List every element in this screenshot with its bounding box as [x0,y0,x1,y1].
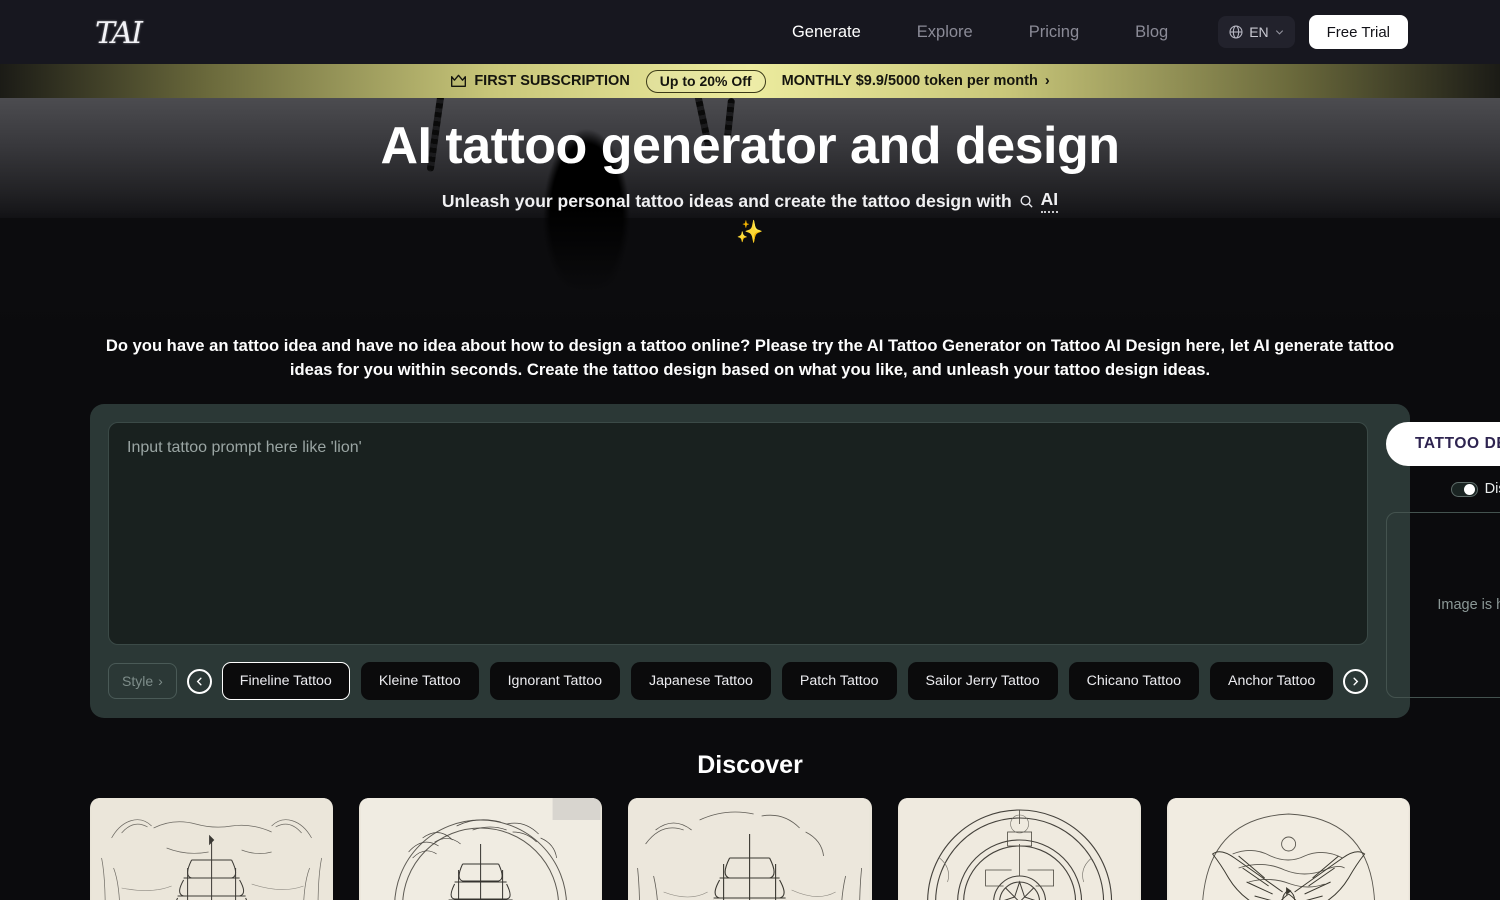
tattoo-design-button[interactable]: TATTOO DESIGN [1386,422,1500,467]
hero-subtitle: Unleash your personal tattoo ideas and c… [0,189,1500,214]
style-chip-fineline[interactable]: Fineline Tattoo [221,662,350,701]
discover-card-eagle-sunrise[interactable] [1166,798,1411,900]
styles-next-button[interactable] [1343,668,1369,694]
chevron-down-icon [1275,29,1283,35]
style-filter-chevron-icon: › [158,673,163,690]
main-navigation: Generate Explore Pricing Blog EN Free Tr… [764,0,1408,64]
promo-discount-pill: Up to 20% Off [645,69,766,93]
promo-offer-group[interactable]: MONTHLY $9.9/5000 token per month › [782,73,1050,89]
display-public-label: Display Public [1484,481,1500,498]
style-chip-ignorant[interactable]: Ignorant Tattoo [489,662,621,701]
style-selector-row: Style › Fineline Tattoo Kleine Tattoo Ig… [108,662,1369,701]
eagle-wings-sunrise-tattoo [1168,798,1409,900]
style-chip-chicano[interactable]: Chicano Tattoo [1068,662,1199,701]
styles-prev-button[interactable] [186,668,212,694]
style-chip-patch[interactable]: Patch Tattoo [781,662,897,701]
prompt-input[interactable] [108,422,1369,646]
generator-left-column: Style › Fineline Tattoo Kleine Tattoo Ig… [108,422,1369,701]
hero-section: AI tattoo generator and design Unleash y… [0,98,1500,328]
style-chip-japanese[interactable]: Japanese Tattoo [631,662,771,701]
generator-right-column: TATTOO DESIGN Display Public Image is he… [1386,422,1500,700]
toggle-knob [1463,483,1475,495]
style-chip-kleine[interactable]: Kleine Tattoo [360,662,479,701]
sailing-ship-ornate-frame-tattoo [91,798,332,900]
site-header: TAI Generate Explore Pricing Blog EN Fre… [0,0,1500,64]
search-icon [1020,195,1033,208]
nav-item-blog[interactable]: Blog [1107,23,1196,42]
page-title: AI tattoo generator and design [380,117,1120,175]
hero-subtitle-ai: AI [1040,189,1059,214]
discover-card-mandala-compass[interactable] [897,798,1141,900]
style-chip-anchor[interactable]: Anchor Tattoo [1209,662,1334,701]
tribal-mandala-compass-tattoo [899,798,1140,900]
globe-icon [1229,25,1243,39]
promo-offer-text: MONTHLY $9.9/5000 token per month [781,73,1038,89]
crown-icon [451,74,467,87]
hero-description-wrapper: Do you have an tattoo idea and have no i… [0,328,1500,383]
discover-card-grid [0,798,1500,900]
display-public-row: Display Public [1386,481,1500,497]
discover-card-ship-wreath[interactable] [359,798,603,900]
sailing-ship-circular-wreath-tattoo [360,798,601,900]
promo-title-group: FIRST SUBSCRIPTION [450,73,630,89]
discover-card-ship-ornamental[interactable] [628,798,872,900]
promo-offer-chevron-icon: › [1044,73,1050,89]
style-filter-button[interactable]: Style › [108,663,177,700]
discover-heading: Discover [0,718,1500,799]
hero-description: Do you have an tattoo idea and have no i… [105,336,1395,380]
language-label: EN [1249,24,1269,40]
image-placeholder-text: Image is here [1437,597,1500,614]
style-chip-list[interactable]: Fineline Tattoo Kleine Tattoo Ignorant T… [221,662,1334,701]
generator-panel: Style › Fineline Tattoo Kleine Tattoo Ig… [90,404,1500,719]
generator-wrapper: Style › Fineline Tattoo Kleine Tattoo Ig… [0,382,1500,719]
free-trial-button[interactable]: Free Trial [1308,15,1408,49]
logo[interactable]: TAI [92,12,144,54]
chevron-left-icon [196,677,202,685]
promo-title: FIRST SUBSCRIPTION [474,73,630,89]
discover-card-ship-ornate-frame[interactable] [90,798,334,900]
chevron-right-icon [1353,677,1359,685]
hero-subtitle-text: Unleash your personal tattoo ideas and c… [441,190,1012,211]
display-public-toggle[interactable] [1450,481,1478,497]
style-chip-sailor-jerry[interactable]: Sailor Jerry Tattoo [907,662,1058,701]
nav-item-explore[interactable]: Explore [889,23,1001,42]
sparkles-icon: ✨ [736,219,764,245]
nav-item-generate[interactable]: Generate [764,23,889,42]
promo-banner[interactable]: FIRST SUBSCRIPTION Up to 20% Off MONTHLY… [0,64,1500,98]
style-filter-label: Style [122,673,154,690]
image-output-placeholder[interactable]: Image is here [1386,512,1500,699]
language-selector[interactable]: EN [1218,16,1295,48]
nav-item-pricing[interactable]: Pricing [1001,23,1107,42]
sailing-ship-ornamental-tattoo [630,798,871,900]
